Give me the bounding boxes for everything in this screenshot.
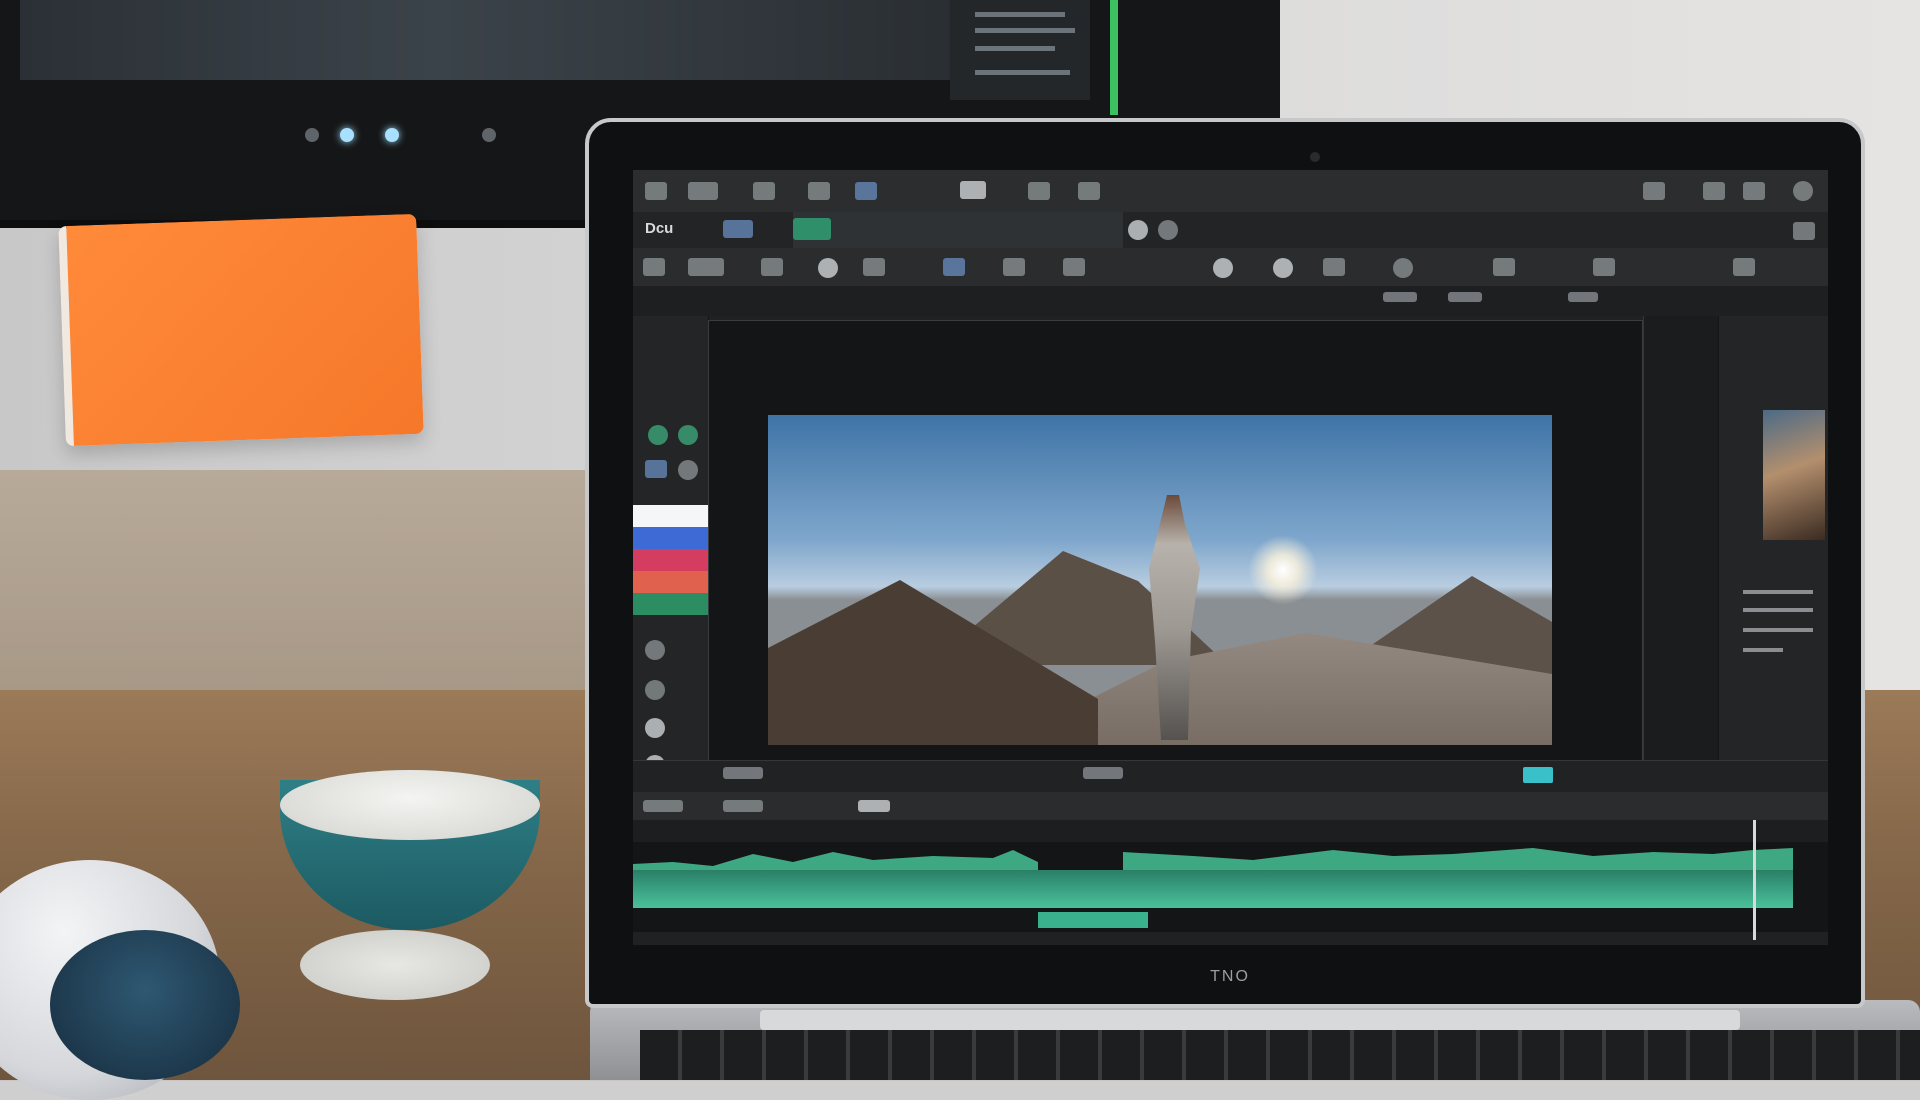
timecode-display xyxy=(858,800,890,812)
fx-icon[interactable] xyxy=(1733,258,1755,276)
swatch-green[interactable] xyxy=(633,593,708,615)
indicator-dot xyxy=(305,128,319,142)
record-icon[interactable] xyxy=(1128,220,1148,240)
transport-control[interactable] xyxy=(1083,767,1123,779)
audio-fx-icon[interactable] xyxy=(1393,258,1413,278)
adjust-icon[interactable] xyxy=(645,680,665,700)
app-label: Dcu xyxy=(645,220,674,237)
playhead[interactable] xyxy=(1753,820,1756,940)
image-icon[interactable] xyxy=(645,460,667,478)
back-icon[interactable] xyxy=(645,182,667,200)
layer-icon[interactable] xyxy=(678,425,698,445)
color-swatches xyxy=(633,505,708,620)
snapshot-icon[interactable] xyxy=(1158,220,1178,240)
export-icon[interactable] xyxy=(1743,182,1765,200)
project-icon[interactable] xyxy=(723,220,753,238)
webcam xyxy=(1310,152,1320,162)
filter-icon[interactable] xyxy=(645,640,665,660)
swatch-coral[interactable] xyxy=(633,571,708,593)
transport-control[interactable] xyxy=(723,767,763,779)
close-panel-icon[interactable] xyxy=(1793,222,1815,240)
speed-icon[interactable] xyxy=(1063,258,1085,276)
back-monitor-line xyxy=(975,28,1075,33)
help-icon[interactable] xyxy=(1793,181,1813,201)
link-icon[interactable] xyxy=(1003,258,1025,276)
media-panel xyxy=(1718,316,1828,796)
sub-toolbar xyxy=(633,286,1828,316)
laptop-brand-label: TNO xyxy=(1210,968,1250,985)
settings-icon[interactable] xyxy=(1078,182,1100,200)
active-tab[interactable] xyxy=(793,212,1123,248)
select-tool-icon[interactable] xyxy=(643,258,665,276)
keyboard xyxy=(640,1030,1920,1080)
menu-icon[interactable] xyxy=(688,182,718,200)
view-option-button[interactable] xyxy=(1568,292,1598,302)
headphones-cup xyxy=(50,930,240,1080)
bowl-rim xyxy=(280,770,540,840)
indicator-dot xyxy=(482,128,496,142)
indicator-dot-lit xyxy=(340,128,354,142)
indicator-dot-lit xyxy=(385,128,399,142)
level-meter xyxy=(1110,0,1118,115)
back-monitor-line xyxy=(975,12,1065,17)
timeline-tool[interactable] xyxy=(643,800,683,812)
video-editor-screen: Dcu xyxy=(633,170,1828,945)
sun-glare xyxy=(1248,535,1318,605)
video-frame[interactable] xyxy=(768,415,1552,745)
laptop-hinge xyxy=(760,1010,1740,1030)
timeline-ruler xyxy=(633,820,1828,842)
property-line xyxy=(1743,608,1813,612)
back-monitor-line xyxy=(975,70,1070,75)
share-icon[interactable] xyxy=(1703,182,1725,200)
cabinet xyxy=(0,470,600,710)
triangle-icon[interactable] xyxy=(808,182,830,200)
swatch-white[interactable] xyxy=(633,505,708,527)
back-monitor-line xyxy=(975,46,1055,51)
active-clip-indicator[interactable] xyxy=(1523,767,1553,783)
property-line xyxy=(1743,628,1813,632)
layer-icon[interactable] xyxy=(648,425,668,445)
media-icon[interactable] xyxy=(855,182,877,200)
audio-waveform xyxy=(633,848,1793,872)
swatch-blue[interactable] xyxy=(633,527,708,549)
user-icon[interactable] xyxy=(1643,182,1665,200)
audio-clip[interactable] xyxy=(1038,912,1148,928)
stone xyxy=(300,930,490,1000)
loop-icon[interactable] xyxy=(863,258,885,276)
brightness-icon[interactable] xyxy=(645,718,665,738)
transition-icon[interactable] xyxy=(1323,258,1345,276)
timeline-tool[interactable] xyxy=(723,800,763,812)
inspector-panel xyxy=(1643,316,1719,796)
clip-thumbnail[interactable] xyxy=(1763,410,1825,540)
property-line xyxy=(1743,590,1813,594)
back-monitor-screen xyxy=(20,0,1060,80)
clip-icon[interactable] xyxy=(678,460,698,480)
audio-track[interactable] xyxy=(633,870,1793,908)
play-icon[interactable] xyxy=(793,218,831,240)
layers-icon[interactable] xyxy=(1593,258,1615,276)
crop-icon[interactable] xyxy=(818,258,838,278)
view-option-button[interactable] xyxy=(1383,292,1417,302)
transport-bar xyxy=(633,760,1828,793)
cut-icon[interactable] xyxy=(761,258,783,276)
color-icon[interactable] xyxy=(1213,258,1233,278)
sticky-note xyxy=(58,213,424,447)
timeline-toolbar xyxy=(633,792,1828,820)
trim-tool-icon[interactable] xyxy=(688,258,724,276)
effect-icon[interactable] xyxy=(1273,258,1293,278)
folder-icon[interactable] xyxy=(960,181,986,199)
marker-icon[interactable] xyxy=(943,258,965,276)
audio-icon[interactable] xyxy=(1028,182,1050,200)
view-option-button[interactable] xyxy=(1448,292,1482,302)
property-line xyxy=(1743,648,1783,652)
swatch-red[interactable] xyxy=(633,549,708,571)
file-icon[interactable] xyxy=(753,182,775,200)
mask-icon[interactable] xyxy=(1493,258,1515,276)
